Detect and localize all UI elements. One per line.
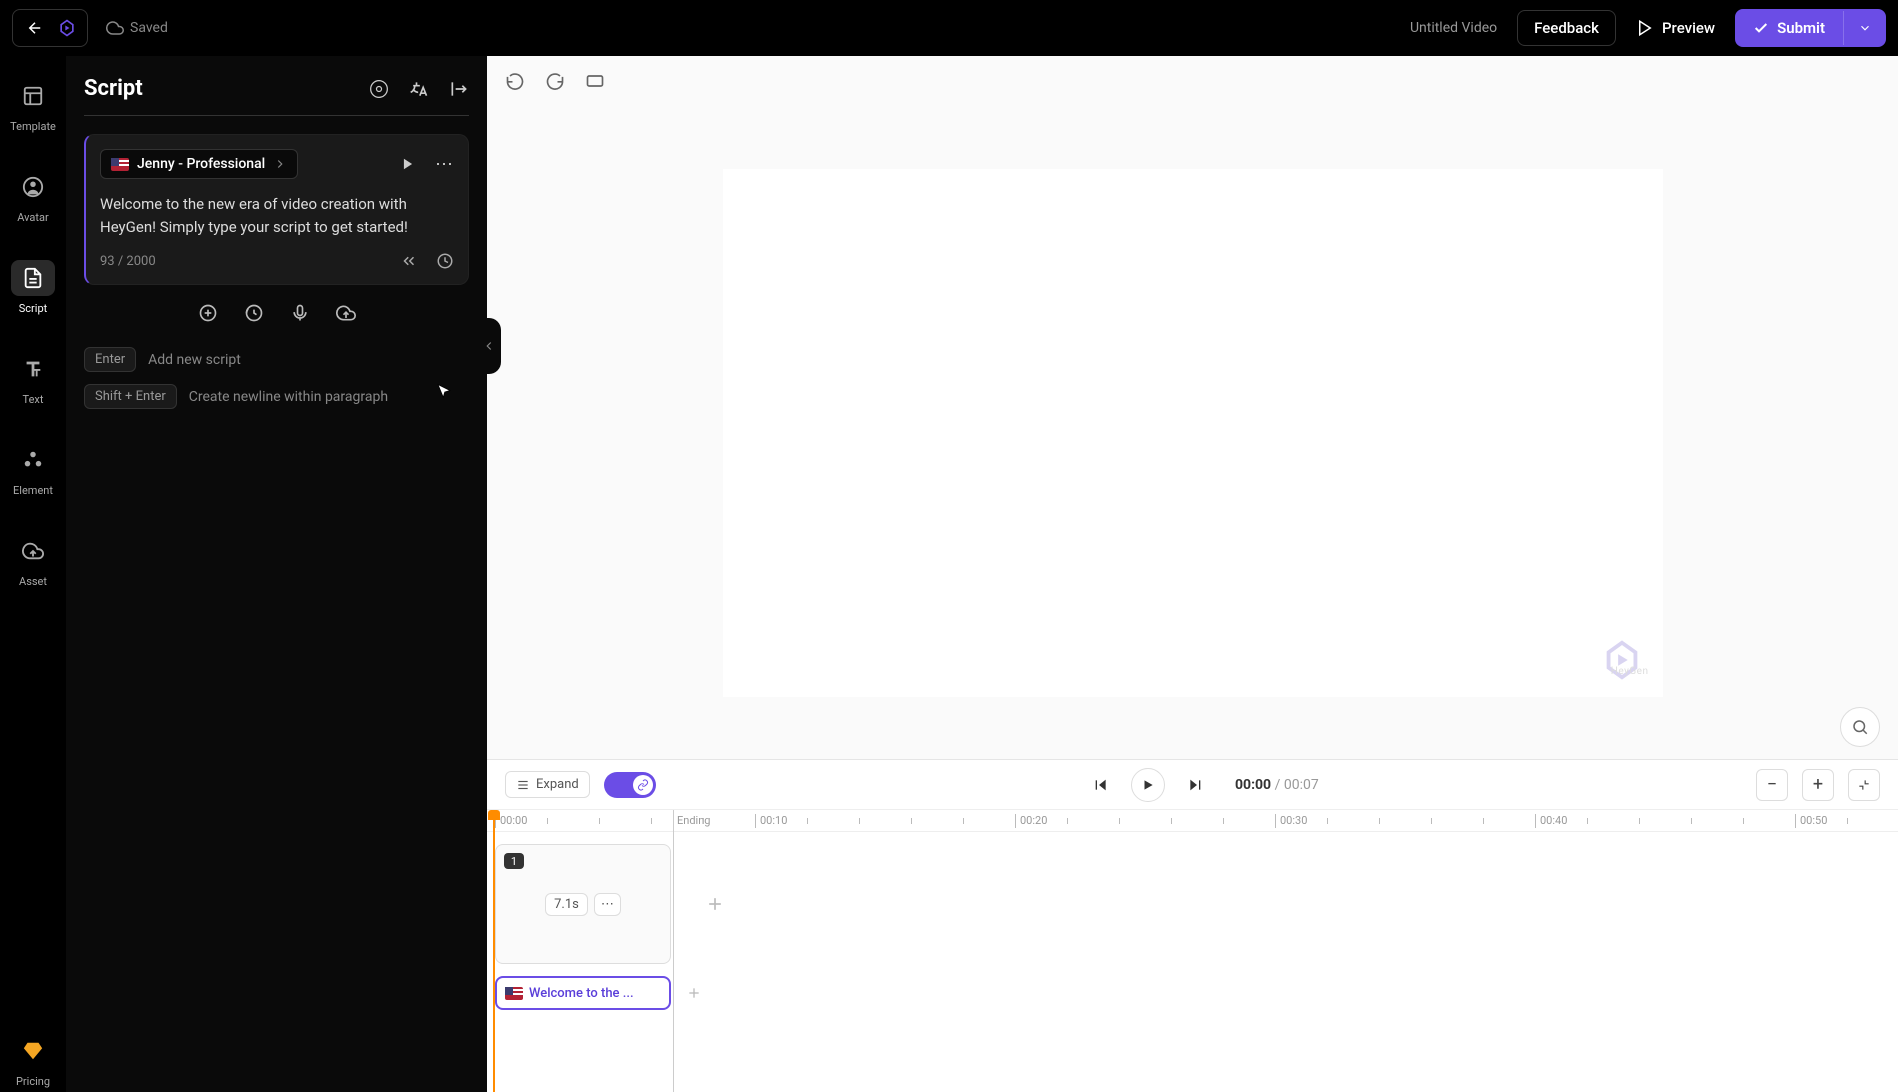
canvas-toolbar bbox=[487, 56, 1898, 106]
hint-shift-enter: Shift + Enter Create newline within para… bbox=[84, 384, 469, 409]
skip-back-icon[interactable] bbox=[1093, 777, 1109, 793]
aspect-ratio-icon[interactable] bbox=[585, 71, 605, 91]
chevron-left-icon bbox=[482, 339, 496, 353]
zoom-out-button[interactable]: − bbox=[1756, 769, 1788, 801]
snap-toggle[interactable] bbox=[604, 772, 656, 798]
nav-avatar[interactable]: Avatar bbox=[6, 165, 60, 228]
plus-icon bbox=[705, 894, 725, 914]
ruler-tick: 00:10 bbox=[755, 814, 787, 828]
script-toolbar bbox=[84, 303, 469, 323]
nav-element[interactable]: Element bbox=[6, 438, 60, 501]
redo-icon[interactable] bbox=[545, 71, 565, 91]
add-audio-button[interactable] bbox=[679, 976, 709, 1010]
upload-icon[interactable] bbox=[336, 303, 356, 323]
submit-button[interactable]: Submit bbox=[1735, 9, 1843, 47]
scene-duration: 7.1s bbox=[545, 893, 588, 916]
chevron-down-icon bbox=[1858, 21, 1872, 35]
play-icon[interactable] bbox=[401, 157, 415, 171]
play-outline-icon bbox=[1636, 19, 1654, 37]
timeline: Expand 00:00 / 00:07 bbox=[487, 759, 1898, 1092]
scene-more-icon[interactable]: ⋯ bbox=[594, 893, 621, 916]
ai-icon[interactable] bbox=[369, 79, 389, 99]
script-panel: Script Jenny - Professional bbox=[66, 56, 487, 1092]
script-card: Jenny - Professional ⋯ Welcome to the ne… bbox=[84, 134, 469, 285]
play-fill-icon bbox=[1141, 778, 1155, 792]
script-textarea[interactable]: Welcome to the new era of video creation… bbox=[100, 193, 454, 238]
clock-icon[interactable] bbox=[436, 252, 454, 270]
canvas-area: HeyGen Expand bbox=[487, 56, 1898, 1092]
export-icon[interactable] bbox=[449, 79, 469, 99]
submit-group: Submit bbox=[1735, 9, 1886, 47]
play-button[interactable] bbox=[1131, 768, 1165, 802]
playhead[interactable] bbox=[493, 810, 495, 1092]
preview-button[interactable]: Preview bbox=[1636, 19, 1715, 37]
flag-us-icon bbox=[505, 987, 523, 1000]
submit-dropdown[interactable] bbox=[1843, 11, 1886, 45]
translate-icon[interactable] bbox=[409, 79, 429, 99]
text-icon bbox=[22, 358, 44, 380]
feedback-button[interactable]: Feedback bbox=[1517, 10, 1616, 46]
avatar-icon bbox=[22, 176, 44, 198]
back-logo-group bbox=[12, 9, 88, 47]
sidebar-nav: Template Avatar Script Text Element Asse… bbox=[0, 56, 66, 1092]
ruler-tick: 00:30 bbox=[1275, 814, 1307, 828]
expand-button[interactable]: Expand bbox=[505, 771, 590, 798]
undo-icon[interactable] bbox=[505, 71, 525, 91]
canvas-frame[interactable]: HeyGen bbox=[723, 169, 1663, 697]
timeline-ruler[interactable]: Ending 00:0000:1000:2000:3000:4000:50 bbox=[487, 810, 1898, 832]
collapse-arrows-icon bbox=[1857, 778, 1871, 792]
ruler-tick: 00:50 bbox=[1795, 814, 1827, 828]
nav-asset[interactable]: Asset bbox=[6, 529, 60, 592]
ruler-tick: 00:40 bbox=[1535, 814, 1567, 828]
voice-selector[interactable]: Jenny - Professional bbox=[100, 149, 298, 179]
topbar: Saved Untitled Video Feedback Preview Su… bbox=[0, 0, 1898, 56]
flag-us-icon bbox=[111, 158, 129, 171]
timeline-tracks: 1 7.1s ⋯ Welcome to the ... bbox=[487, 832, 1898, 1092]
nav-template[interactable]: Template bbox=[6, 74, 60, 137]
video-title[interactable]: Untitled Video bbox=[1410, 20, 1497, 36]
ruler-tick: 00:20 bbox=[1015, 814, 1047, 828]
audio-clip[interactable]: Welcome to the ... bbox=[495, 976, 671, 1010]
asset-icon bbox=[22, 540, 44, 562]
skip-forward-icon[interactable] bbox=[1187, 777, 1203, 793]
save-status: Saved bbox=[106, 19, 168, 37]
more-icon[interactable]: ⋯ bbox=[435, 154, 454, 175]
history-icon[interactable] bbox=[244, 303, 264, 323]
diamond-icon bbox=[22, 1040, 44, 1062]
script-icon bbox=[22, 267, 44, 289]
rewind-icon[interactable] bbox=[400, 252, 418, 270]
plus-icon bbox=[686, 985, 702, 1001]
canvas-stage: HeyGen bbox=[487, 106, 1898, 759]
zoom-in-button[interactable]: + bbox=[1802, 769, 1834, 801]
ending-marker bbox=[673, 810, 674, 1092]
link-icon bbox=[637, 779, 649, 791]
add-scene-button[interactable] bbox=[687, 844, 743, 964]
search-icon bbox=[1851, 718, 1869, 736]
back-button[interactable] bbox=[23, 16, 47, 40]
time-display: 00:00 / 00:07 bbox=[1235, 777, 1319, 793]
nav-pricing[interactable]: Pricing bbox=[6, 1029, 60, 1092]
nav-text[interactable]: Text bbox=[6, 347, 60, 410]
element-icon bbox=[22, 449, 44, 471]
watermark-label: HeyGen bbox=[1611, 666, 1649, 677]
zoom-search-button[interactable] bbox=[1840, 707, 1880, 747]
collapse-panel[interactable] bbox=[477, 318, 501, 374]
template-icon bbox=[22, 85, 44, 107]
chevron-right-icon bbox=[273, 157, 287, 171]
list-icon bbox=[516, 778, 530, 792]
heygen-logo-icon[interactable] bbox=[57, 18, 77, 38]
saved-label: Saved bbox=[130, 20, 168, 36]
hint-enter: Enter Add new script bbox=[84, 347, 469, 372]
char-count: 93 / 2000 bbox=[100, 254, 156, 269]
cloud-icon bbox=[106, 19, 124, 37]
panel-title: Script bbox=[84, 76, 143, 101]
nav-script[interactable]: Script bbox=[6, 256, 60, 319]
add-icon[interactable] bbox=[198, 303, 218, 323]
fit-button[interactable] bbox=[1848, 769, 1880, 801]
mic-icon[interactable] bbox=[290, 303, 310, 323]
scene-clip[interactable]: 1 7.1s ⋯ bbox=[495, 844, 671, 964]
check-icon bbox=[1753, 20, 1769, 36]
